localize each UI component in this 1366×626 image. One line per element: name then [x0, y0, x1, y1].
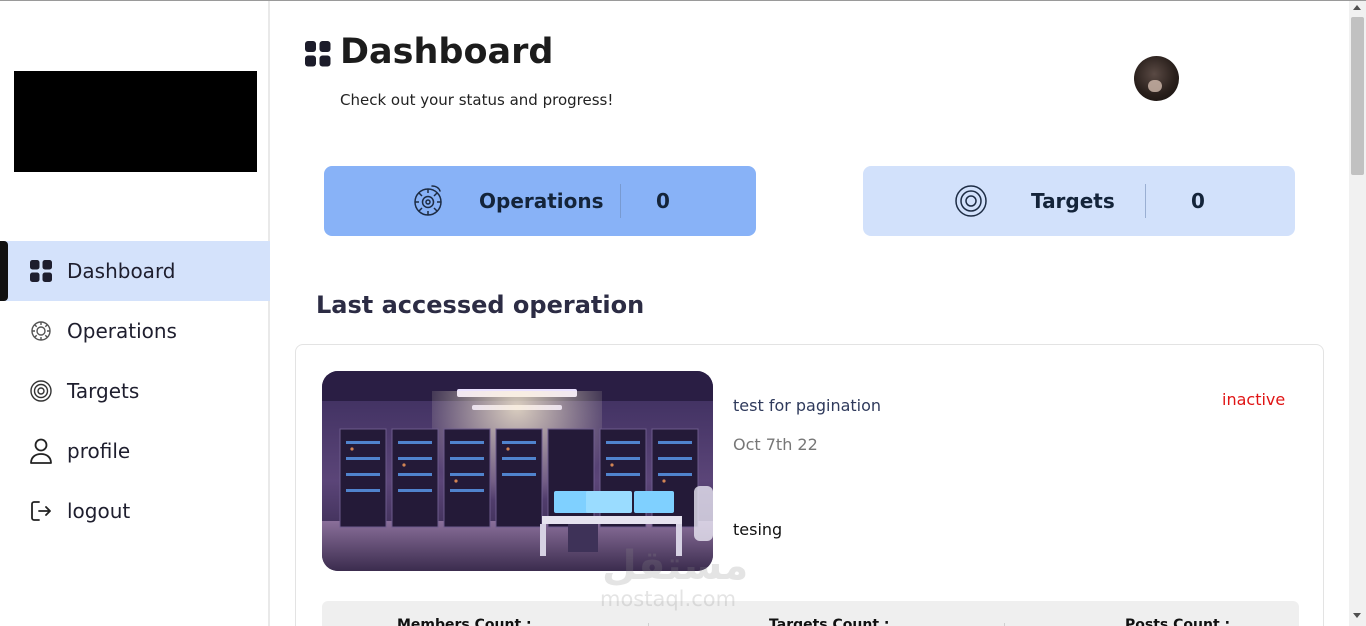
posts-count-label: Posts Count : [1125, 617, 1231, 626]
scrollbar[interactable] [1349, 1, 1366, 626]
target-icon [28, 378, 54, 404]
targets-count-label: Targets Count : [769, 617, 890, 626]
main-content: Dashboard Check out your status and prog… [272, 1, 1348, 626]
sidebar-item-targets[interactable]: Targets [0, 361, 270, 421]
scrollbar-thumb[interactable] [1351, 17, 1364, 175]
status-badge: inactive [1222, 390, 1286, 409]
sidebar-item-label: profile [67, 439, 131, 463]
page-subtitle: Check out your status and progress! [340, 91, 614, 109]
operation-date: Oct 7th 22 [733, 435, 818, 454]
counts-bar: Members Count : Targets Count : Posts Co… [322, 601, 1299, 626]
operations-stat-value: 0 [656, 189, 670, 213]
section-title: Last accessed operation [316, 291, 645, 319]
targets-stat-card[interactable]: Targets 0 [863, 166, 1295, 236]
targets-stat-value: 0 [1191, 189, 1205, 213]
members-count-label: Members Count : [397, 617, 532, 626]
targets-stat-label: Targets [1031, 189, 1115, 213]
last-operation-card[interactable]: test for pagination inactive Oct 7th 22 … [295, 344, 1324, 626]
operation-image [322, 371, 713, 571]
gear-brain-icon [410, 183, 446, 219]
operations-stat-label: Operations [479, 189, 604, 213]
scroll-up-arrow-icon[interactable] [1353, 5, 1361, 10]
grid-icon [28, 258, 54, 284]
sidebar-item-dashboard[interactable]: Dashboard [0, 241, 270, 301]
logo [14, 71, 257, 172]
sidebar-item-logout[interactable]: logout [0, 481, 270, 541]
page-title: Dashboard [340, 32, 554, 72]
operation-description: tesing [733, 520, 783, 539]
target-icon [953, 183, 989, 219]
sidebar-item-label: logout [67, 499, 131, 523]
avatar[interactable] [1134, 56, 1179, 101]
stat-divider [620, 184, 621, 218]
operation-name[interactable]: test for pagination [733, 396, 881, 415]
sidebar-item-profile[interactable]: profile [0, 421, 270, 481]
sidebar: Dashboard Operations Targets profile log… [0, 1, 270, 626]
sidebar-item-label: Dashboard [67, 259, 176, 283]
logout-icon [28, 498, 54, 524]
grid-icon [305, 41, 331, 67]
sidebar-item-label: Targets [67, 379, 140, 403]
user-icon [28, 438, 54, 464]
scroll-down-arrow-icon[interactable] [1353, 613, 1361, 618]
sidebar-item-label: Operations [67, 319, 177, 343]
sidebar-item-operations[interactable]: Operations [0, 301, 270, 361]
gear-brain-icon [28, 318, 54, 344]
stat-divider [1145, 184, 1146, 218]
operations-stat-card[interactable]: Operations 0 [324, 166, 756, 236]
